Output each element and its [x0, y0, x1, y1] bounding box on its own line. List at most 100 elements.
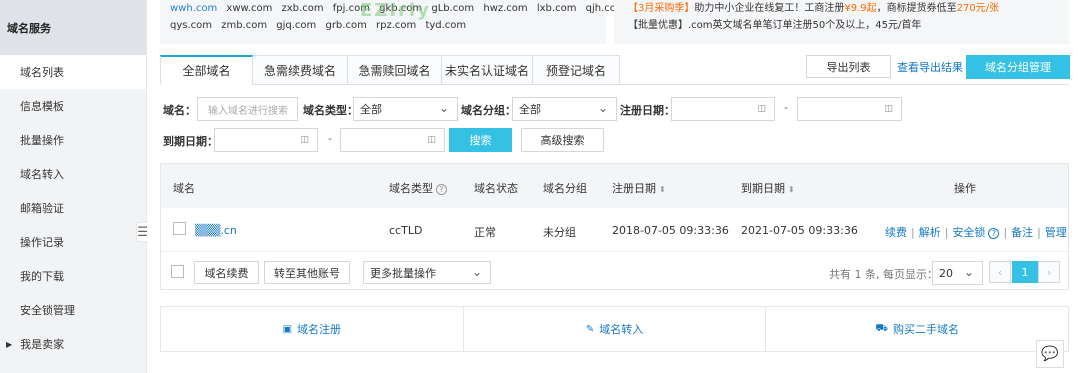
- renew-link[interactable]: 续费: [885, 226, 907, 239]
- promo-domain-link[interactable]: gLb.com: [431, 3, 474, 14]
- promo-notice-row[interactable]: 【3月采购季】助力中小企业在线复工！工商注册¥9.9起，商标提货券低至270元/…: [628, 0, 1055, 17]
- current-page-button[interactable]: 1: [1012, 261, 1038, 283]
- sort-icon[interactable]: ⬍: [659, 185, 666, 194]
- manage-link[interactable]: 管理: [1045, 226, 1067, 239]
- chevron-down-icon: ⌄: [597, 101, 608, 115]
- reg-date-cell: 2018-07-05 09:33:36: [612, 224, 729, 237]
- promo-domain-link[interactable]: lxb.com: [537, 3, 577, 14]
- register-icon: ▣: [282, 323, 293, 335]
- search-button[interactable]: 搜索: [449, 128, 512, 152]
- promo-domain-link[interactable]: qys.com: [170, 20, 212, 31]
- range-separator: -: [328, 132, 332, 145]
- quick-link-label: 购买二手域名: [892, 323, 959, 336]
- quick-link-transfer-in[interactable]: ✎ 域名转入: [464, 307, 767, 351]
- calendar-icon: ◫: [884, 104, 893, 114]
- dns-resolve-link[interactable]: 解析: [919, 226, 941, 239]
- tab-urgent-redeem[interactable]: 急需赎回域名: [348, 55, 442, 85]
- col-header-group: 域名分组: [543, 182, 587, 195]
- sort-icon[interactable]: ⬍: [788, 185, 795, 194]
- select-all-checkbox[interactable]: [171, 265, 184, 278]
- sidebar-item-op-records[interactable]: 操作记录: [0, 225, 146, 259]
- pagination-summary: 共有 1 条, 每页显示：: [829, 268, 938, 281]
- next-page-button[interactable]: ›: [1038, 261, 1060, 283]
- export-list-button[interactable]: 导出列表: [806, 55, 891, 78]
- domain-group-select[interactable]: 全部 ⌄: [512, 97, 617, 121]
- domain-type-cell: ccTLD: [389, 224, 423, 237]
- selected-value: 全部: [519, 103, 541, 116]
- tab-all-domains[interactable]: 全部域名: [160, 55, 253, 85]
- sidebar-item-my-downloads[interactable]: 我的下载: [0, 259, 146, 293]
- quick-link-register[interactable]: ▣ 域名注册: [161, 307, 464, 351]
- advanced-search-button[interactable]: 高级搜索: [521, 128, 604, 152]
- sidebar-item-seller[interactable]: ▶ 我是卖家: [0, 327, 146, 361]
- edit-icon: ✎: [585, 323, 595, 335]
- sidebar-item-label: 我是卖家: [20, 338, 65, 351]
- exp-date-end-input[interactable]: ◫: [340, 128, 445, 152]
- sidebar: 域名服务 域名列表 信息模板 批量操作 域名转入 邮箱验证 操作记录 我的下载 …: [0, 0, 147, 373]
- action-separator: |: [911, 226, 915, 239]
- promo-domain-link[interactable]: rpz.com: [376, 20, 416, 31]
- exp-date-cell: 2021-07-05 09:33:36: [741, 224, 858, 237]
- calendar-icon: ◫: [757, 104, 766, 114]
- promo-domain-link[interactable]: zxb.com: [282, 3, 324, 14]
- transfer-account-button[interactable]: 转至其他账号: [264, 261, 350, 284]
- selected-value: 更多批量操作: [370, 266, 436, 280]
- reg-date-label: 注册日期：: [620, 104, 675, 117]
- caret-right-icon: ▶: [6, 339, 13, 349]
- promo-notice-row[interactable]: 【批量优惠】.com英文域名单笔订单注册50个及以上，45元/首年: [628, 17, 1055, 34]
- help-icon[interactable]: ?: [436, 184, 447, 195]
- sidebar-item-lock-manage[interactable]: 安全锁管理: [0, 293, 146, 327]
- chevron-down-icon: ⌄: [963, 265, 974, 279]
- domain-table: 域名 域名类型? 域名状态 域名分组 注册日期 ⬍ 到期日期 ⬍ 操作 ▒▒▒.cn…: [160, 163, 1069, 290]
- tab-urgent-renew[interactable]: 急需续费域名: [253, 55, 348, 85]
- col-header-ops: 操作: [954, 182, 976, 195]
- tab-unverified[interactable]: 未实名认证域名: [442, 55, 533, 85]
- view-export-link[interactable]: 查看导出结果: [897, 59, 963, 75]
- exp-date-label: 到期日期：: [163, 135, 218, 148]
- tab-preregistered[interactable]: 预登记域名: [533, 55, 620, 85]
- promo-domain-link[interactable]: tyd.com: [425, 20, 466, 31]
- security-lock-link[interactable]: 安全锁: [952, 226, 985, 239]
- reg-date-start-input[interactable]: ◫: [671, 97, 775, 121]
- reg-date-end-input[interactable]: ◫: [797, 97, 902, 121]
- promo-domain-link[interactable]: zmb.com: [221, 20, 267, 31]
- page-size-select[interactable]: 20 ⌄: [932, 261, 983, 285]
- action-separator: |: [944, 226, 949, 239]
- cart-icon: ⛟: [875, 322, 888, 334]
- action-separator: |: [1037, 226, 1041, 239]
- promo-domain-link[interactable]: xww.com: [226, 3, 272, 14]
- group-manage-button[interactable]: 域名分组管理: [966, 55, 1070, 79]
- sidebar-item-domain-transfer-in[interactable]: 域名转入: [0, 157, 146, 191]
- quick-links: ▣ 域名注册 ✎ 域名转入 ⛟ 购买二手域名: [160, 306, 1069, 352]
- col-header-label: 到期日期: [741, 182, 785, 195]
- promo-domain-link[interactable]: wwh.com: [170, 3, 217, 14]
- promo-tag: 【3月采购季】: [628, 3, 695, 14]
- more-batch-ops-select[interactable]: 更多批量操作 ⌄: [363, 261, 491, 284]
- row-checkbox[interactable]: [173, 222, 186, 235]
- remark-link[interactable]: 备注: [1011, 226, 1033, 239]
- quick-link-buy-used[interactable]: ⛟ 购买二手域名: [766, 307, 1068, 351]
- domain-search-input[interactable]: 输入域名进行搜索: [197, 97, 298, 121]
- col-header-label: 注册日期: [612, 182, 656, 195]
- promo-domain-link[interactable]: gjq.com: [276, 20, 316, 31]
- domain-name-link[interactable]: ▒▒▒.cn: [195, 224, 237, 237]
- sidebar-item-email-verify[interactable]: 邮箱验证: [0, 191, 146, 225]
- domain-type-select[interactable]: 全部 ⌄: [353, 97, 458, 121]
- batch-renew-button[interactable]: 域名续费: [194, 261, 259, 284]
- sidebar-item-domain-list[interactable]: 域名列表: [0, 55, 146, 89]
- prev-page-button[interactable]: ‹: [989, 261, 1011, 283]
- promo-domain-link[interactable]: hwz.com: [483, 3, 527, 14]
- chat-support-icon[interactable]: 💬: [1036, 340, 1064, 368]
- lock-info-icon[interactable]: ?: [988, 228, 1000, 239]
- group-filter-label: 域名分组：: [461, 104, 516, 117]
- sidebar-item-info-template[interactable]: 信息模板: [0, 89, 146, 123]
- domain-tabs: 全部域名 急需续费域名 急需赎回域名 未实名认证域名 预登记域名: [160, 55, 620, 85]
- col-header-exp-date[interactable]: 到期日期 ⬍: [741, 180, 795, 196]
- action-separator: |: [1003, 226, 1008, 239]
- table-header: 域名 域名类型? 域名状态 域名分组 注册日期 ⬍ 到期日期 ⬍ 操作: [161, 164, 1068, 208]
- exp-date-start-input[interactable]: ◫: [214, 128, 318, 152]
- chevron-down-icon: ⌄: [438, 101, 449, 115]
- sidebar-item-batch-ops[interactable]: 批量操作: [0, 123, 146, 157]
- col-header-reg-date[interactable]: 注册日期 ⬍: [612, 180, 666, 196]
- promo-domain-link[interactable]: grb.com: [325, 20, 366, 31]
